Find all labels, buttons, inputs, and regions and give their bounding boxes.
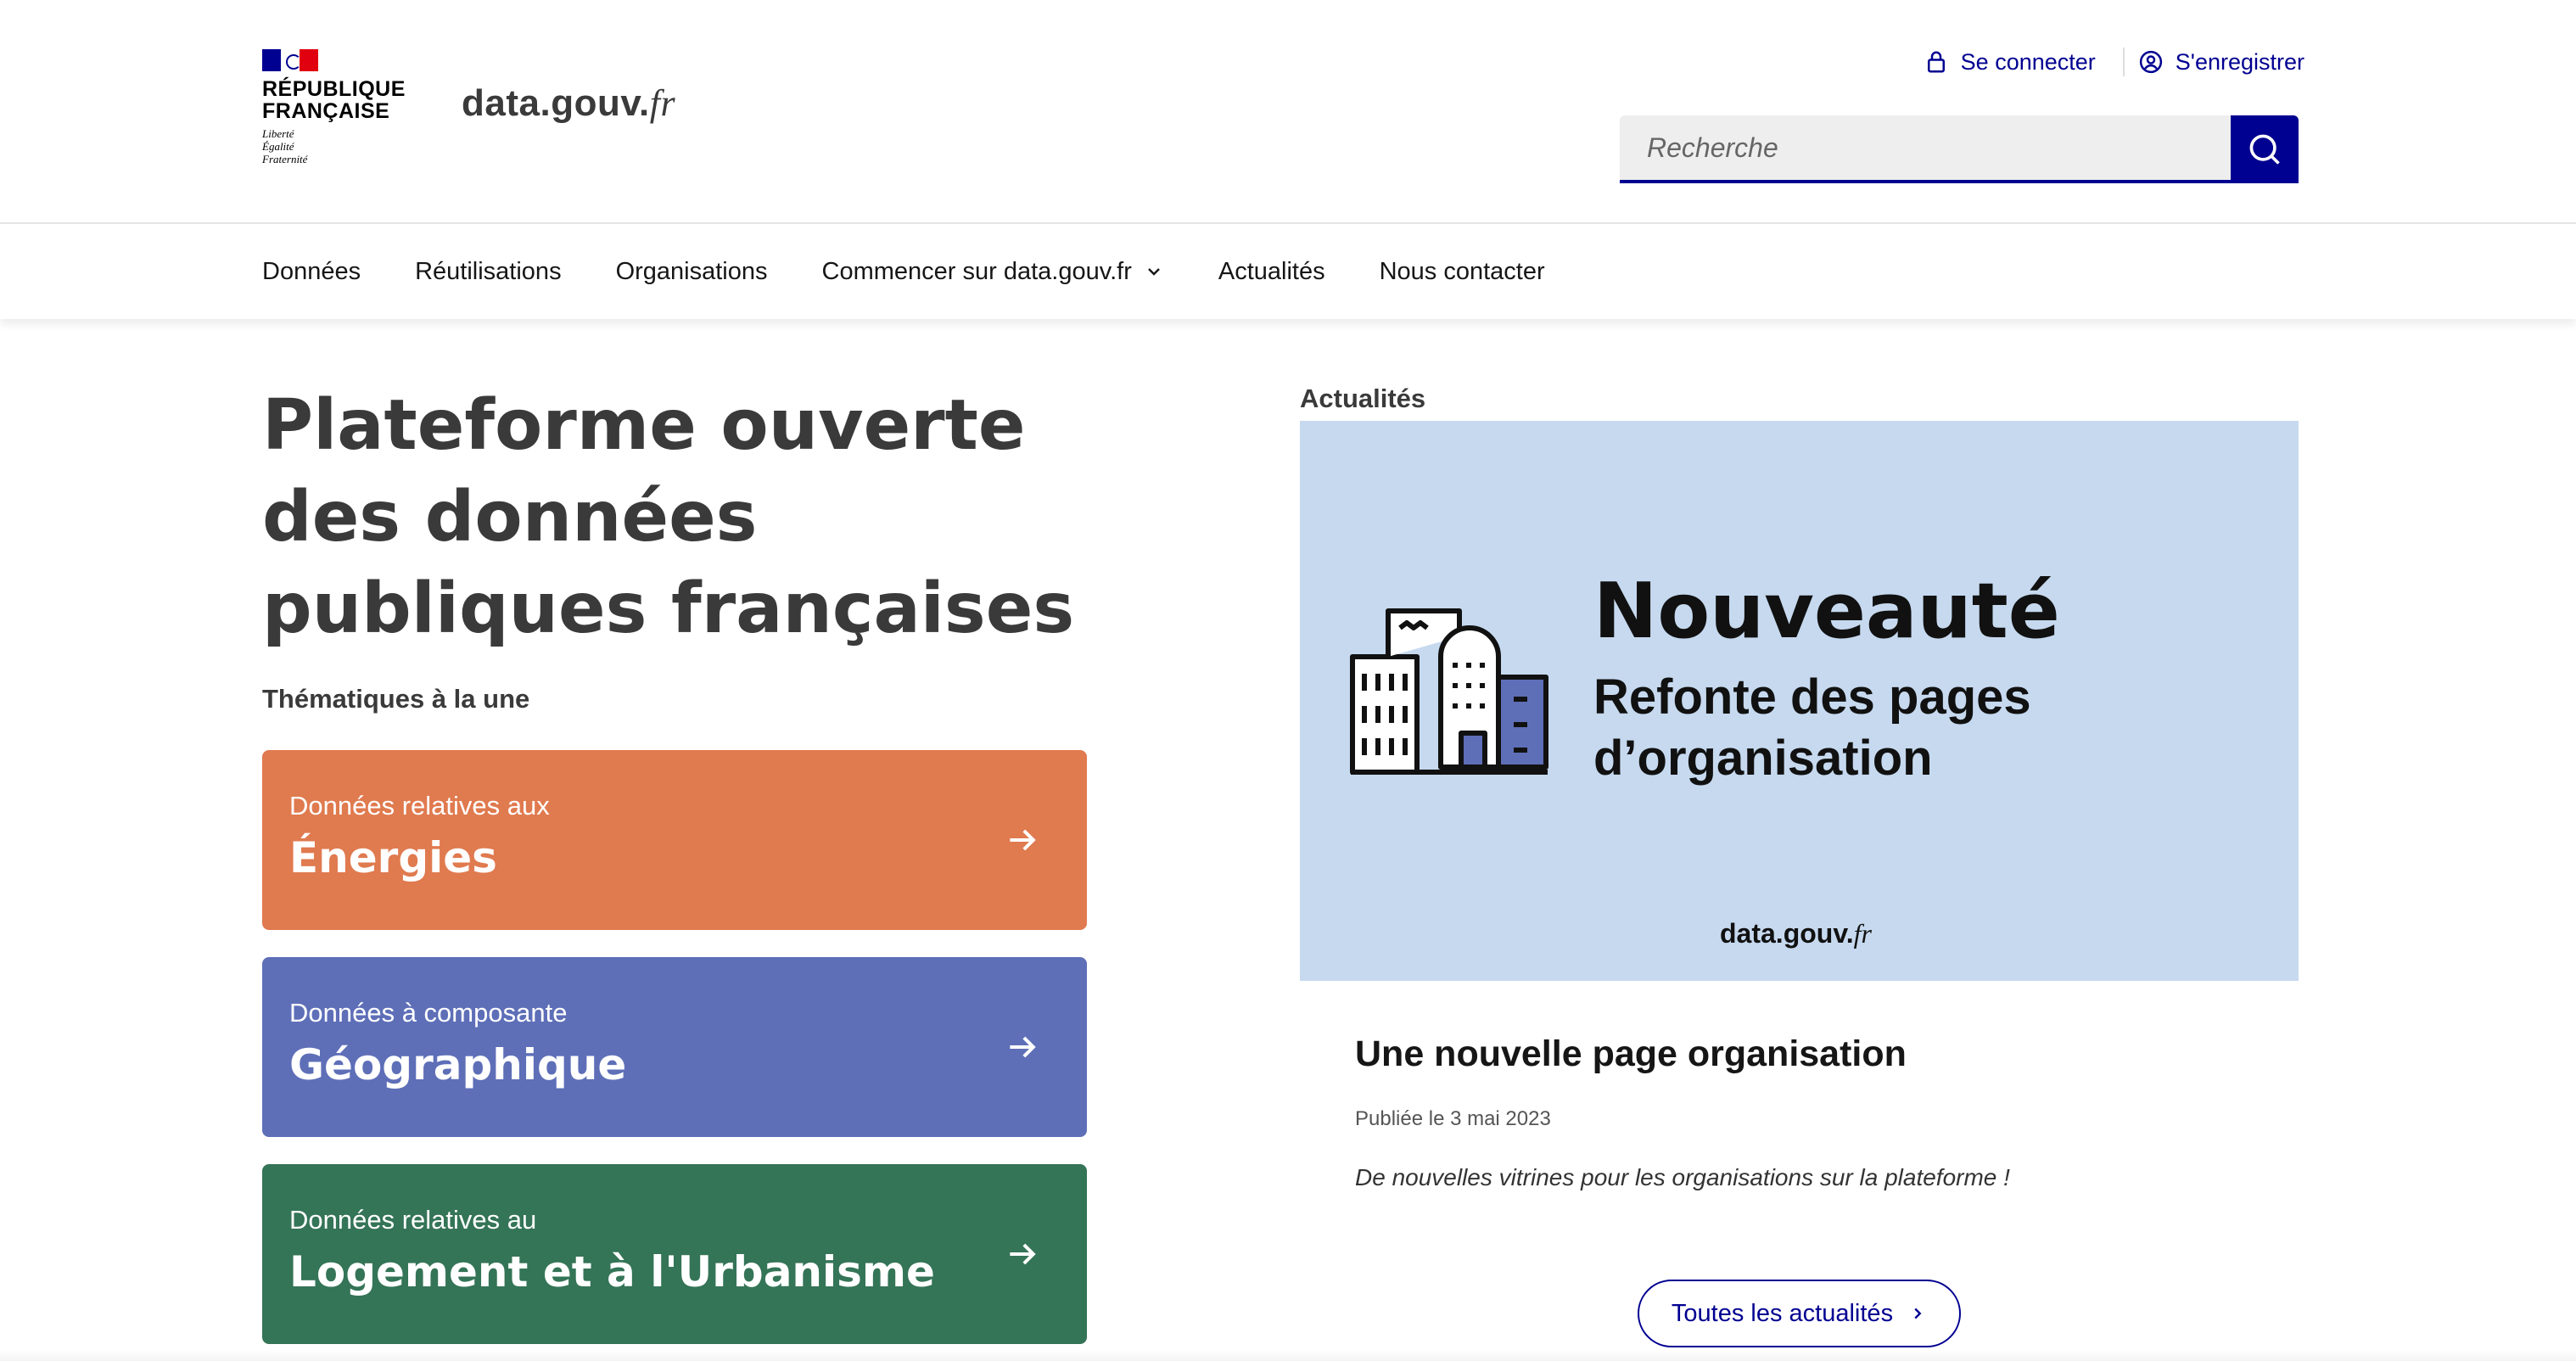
site-logo-fr: fr: [649, 82, 676, 124]
search-input[interactable]: [1620, 115, 2231, 183]
republique-flag-icon: [262, 49, 318, 71]
login-link[interactable]: Se connecter: [1924, 49, 2096, 76]
chevron-right-icon: [1914, 1308, 1922, 1319]
theme-card-title: Logement et à l'Urbanisme: [289, 1247, 935, 1297]
theme-card-subtitle: Données à composante: [289, 998, 568, 1028]
main-nav: Données Réutilisations Organisations Com…: [0, 224, 2576, 319]
nav-label: Organisations: [615, 257, 768, 285]
themes-heading: Thématiques à la une: [262, 684, 530, 714]
article-date: Publiée le 3 mai 2023: [1355, 1107, 1551, 1130]
search-button[interactable]: [2231, 115, 2299, 183]
page-title: Plateforme ouverte des données publiques…: [262, 385, 1075, 649]
theme-card-geographique[interactable]: Données à composante Géographique: [262, 957, 1087, 1137]
theme-card-logement[interactable]: Données relatives au Logement et à l'Urb…: [262, 1164, 1087, 1344]
news-image-subtitle: Refonte des pages d’organisation: [1593, 667, 2187, 789]
search-bar: [1620, 115, 2299, 183]
bottom-divider: [0, 1349, 2576, 1361]
nav-item-contact[interactable]: Nous contacter: [1380, 258, 1545, 286]
news-image[interactable]: Nouveauté Refonte des pages d’organisati…: [1300, 421, 2299, 981]
news-heading: Actualités: [1300, 384, 1426, 413]
tools-divider: [2122, 48, 2125, 76]
all-news-button[interactable]: Toutes les actualités: [1638, 1280, 1961, 1347]
register-link[interactable]: S'enregistrer: [2138, 49, 2304, 76]
news-image-subtitle-line: Refonte des pages: [1593, 669, 2031, 725]
header-tools: Se connecter S'enregistrer: [1924, 44, 2304, 80]
nav-label: Réutilisations: [415, 257, 562, 285]
nav-label: Nous contacter: [1379, 257, 1545, 285]
all-news-label: Toutes les actualités: [1671, 1299, 1894, 1327]
search-icon: [2249, 134, 2280, 165]
motto-line: Liberté: [262, 127, 294, 140]
login-label: Se connecter: [1960, 48, 2096, 75]
motto-line: Fraternité: [262, 153, 308, 165]
motto-line: Égalité: [262, 140, 294, 153]
news-image-logo-fr: fr: [1853, 918, 1872, 949]
register-label: S'enregistrer: [2175, 48, 2304, 75]
rf-name-line: RÉPUBLIQUE: [262, 77, 406, 101]
republique-francaise-logo[interactable]: RÉPUBLIQUE FRANÇAISE: [262, 78, 406, 122]
nav-item-donnees[interactable]: Données: [262, 258, 361, 286]
article-description: De nouvelles vitrines pour les organisat…: [1355, 1164, 2010, 1190]
nav-item-organisations[interactable]: Organisations: [616, 258, 768, 286]
news-image-logo: data.gouv.fr: [1720, 918, 1872, 949]
nav-label: Commencer sur data.gouv.fr: [821, 257, 1132, 285]
theme-card-subtitle: Données relatives aux: [289, 791, 550, 821]
article-title-link[interactable]: Une nouvelle page organisation: [1355, 1033, 1907, 1075]
nav-item-reutilisations[interactable]: Réutilisations: [415, 258, 561, 286]
news-image-subtitle-line: d’organisation: [1593, 731, 1933, 786]
arrow-right-icon: [1010, 1243, 1036, 1265]
chevron-down-icon: [1148, 268, 1160, 276]
arrow-right-icon: [1010, 829, 1036, 851]
site-logo[interactable]: data.gouv.fr: [462, 81, 675, 125]
nav-label: Données: [262, 257, 361, 285]
user-circle-icon: [2139, 50, 2162, 74]
theme-card-title: Géographique: [289, 1040, 627, 1089]
rf-name-line: FRANÇAISE: [262, 99, 390, 123]
site-logo-main: data.gouv.: [462, 82, 650, 124]
site-header: RÉPUBLIQUE FRANÇAISE Liberté Égalité Fra…: [0, 0, 2576, 224]
arrow-right-icon: [1010, 1036, 1036, 1058]
theme-card-energies[interactable]: Données relatives aux Énergies: [262, 750, 1087, 930]
theme-card-title: Énergies: [289, 833, 497, 882]
theme-card-subtitle: Données relatives au: [289, 1205, 537, 1235]
nav-item-commencer[interactable]: Commencer sur data.gouv.fr: [822, 258, 1164, 286]
nav-label: Actualités: [1218, 257, 1325, 285]
news-image-title: Nouveauté: [1593, 567, 2060, 656]
lock-icon: [1927, 51, 1945, 73]
buildings-illustration-icon: [1350, 608, 1548, 775]
nav-item-actualites[interactable]: Actualités: [1218, 258, 1325, 286]
news-image-logo-main: data.gouv.: [1720, 918, 1854, 949]
rf-motto: Liberté Égalité Fraternité: [262, 127, 307, 165]
